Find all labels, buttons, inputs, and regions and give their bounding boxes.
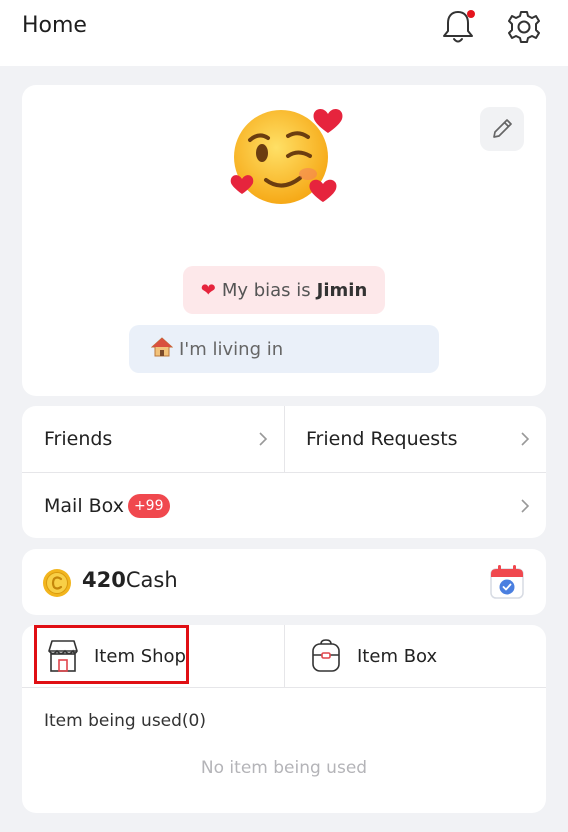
avatar	[226, 100, 346, 215]
empty-items-message: No item being used	[200, 758, 368, 778]
bell-icon[interactable]	[440, 8, 476, 46]
mailbox-label: Mail Box	[44, 494, 124, 517]
chevron-right-icon	[521, 498, 530, 513]
divider	[22, 687, 546, 688]
page-title: Home	[22, 13, 87, 38]
friend-requests-label: Friend Requests	[306, 428, 458, 450]
smiling-face-with-hearts-icon	[230, 108, 343, 204]
living-text: I'm living in	[179, 338, 284, 360]
bias-name: Jimin	[316, 279, 368, 301]
chevron-right-icon	[521, 432, 530, 446]
cash-unit: Cash	[125, 568, 178, 592]
friends-row[interactable]: Friends	[22, 406, 284, 472]
mailbox-row[interactable]: Mail Box +99	[22, 473, 546, 538]
mailbox-badge: +99	[127, 493, 170, 518]
notification-dot	[467, 10, 475, 18]
top-header: Home	[0, 0, 568, 66]
friends-menu-card: Friends Friend Requests Mail Box +99	[22, 406, 546, 538]
gear-icon[interactable]	[505, 8, 543, 46]
chevron-right-icon	[259, 432, 268, 446]
backpack-icon	[312, 639, 340, 672]
bias-pill[interactable]: ❤ My bias is Jimin	[183, 266, 385, 314]
items-in-use-title: Item being used(0)	[44, 711, 207, 731]
highlight-box	[34, 625, 189, 684]
profile-card: ❤ My bias is Jimin I'm living in	[22, 85, 546, 396]
coin-icon	[42, 568, 72, 598]
cash-card[interactable]: 420Cash	[22, 549, 546, 615]
edit-profile-button[interactable]	[480, 107, 524, 151]
tab-item-box[interactable]: Item Box	[285, 625, 546, 687]
red-heart-icon: ❤	[200, 279, 216, 301]
bias-prefix: My bias is	[221, 279, 311, 301]
items-card: Item Shop Item Box Item being used(0) No…	[22, 625, 546, 813]
cash-amount: 420	[82, 568, 126, 592]
friends-label: Friends	[44, 428, 113, 450]
friend-requests-row[interactable]: Friend Requests	[285, 406, 546, 472]
cash-balance: 420Cash	[82, 568, 178, 592]
item-box-label: Item Box	[357, 645, 438, 667]
living-pill[interactable]: I'm living in	[129, 325, 439, 373]
house-icon	[150, 336, 174, 362]
pencil-icon	[493, 119, 512, 138]
calendar-check-icon[interactable]	[488, 563, 526, 601]
